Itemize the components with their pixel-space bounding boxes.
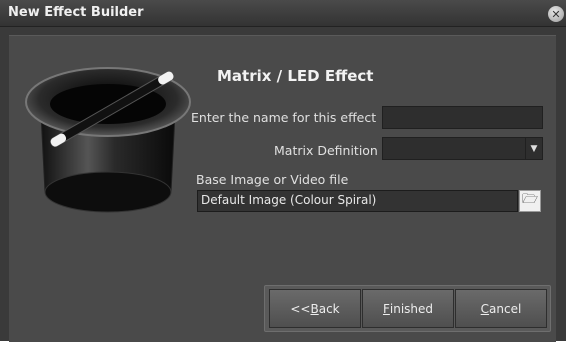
finished-button[interactable]: Finished <box>362 289 454 328</box>
base-image-label: Base Image or Video file <box>196 172 349 187</box>
effect-name-input[interactable] <box>382 106 543 129</box>
cancel-button[interactable]: Cancel <box>455 289 547 328</box>
title-bar: New Effect Builder ✕ <box>0 0 566 27</box>
magic-hat-icon <box>25 67 191 213</box>
window-title: New Effect Builder <box>8 5 144 20</box>
chevron-down-icon[interactable]: ▼ <box>525 138 542 159</box>
dialog-body: Matrix / LED Effect Enter the name for t… <box>9 35 556 342</box>
base-image-input[interactable]: Default Image (Colour Spiral) <box>197 190 518 212</box>
matrix-definition-label: Matrix Definition <box>274 143 378 158</box>
back-button[interactable]: << Back <box>269 289 361 328</box>
button-bar: << Back Finished Cancel <box>264 285 551 332</box>
folder-open-icon[interactable]: 🗁 <box>519 190 541 212</box>
effect-type-heading: Matrix / LED Effect <box>217 67 374 85</box>
effect-name-label: Enter the name for this effect <box>191 110 377 125</box>
matrix-definition-select[interactable]: ▼ <box>382 137 543 160</box>
effect-builder-window: New Effect Builder ✕ Matrix / LED Effect… <box>0 0 566 342</box>
close-icon[interactable]: ✕ <box>548 6 564 22</box>
